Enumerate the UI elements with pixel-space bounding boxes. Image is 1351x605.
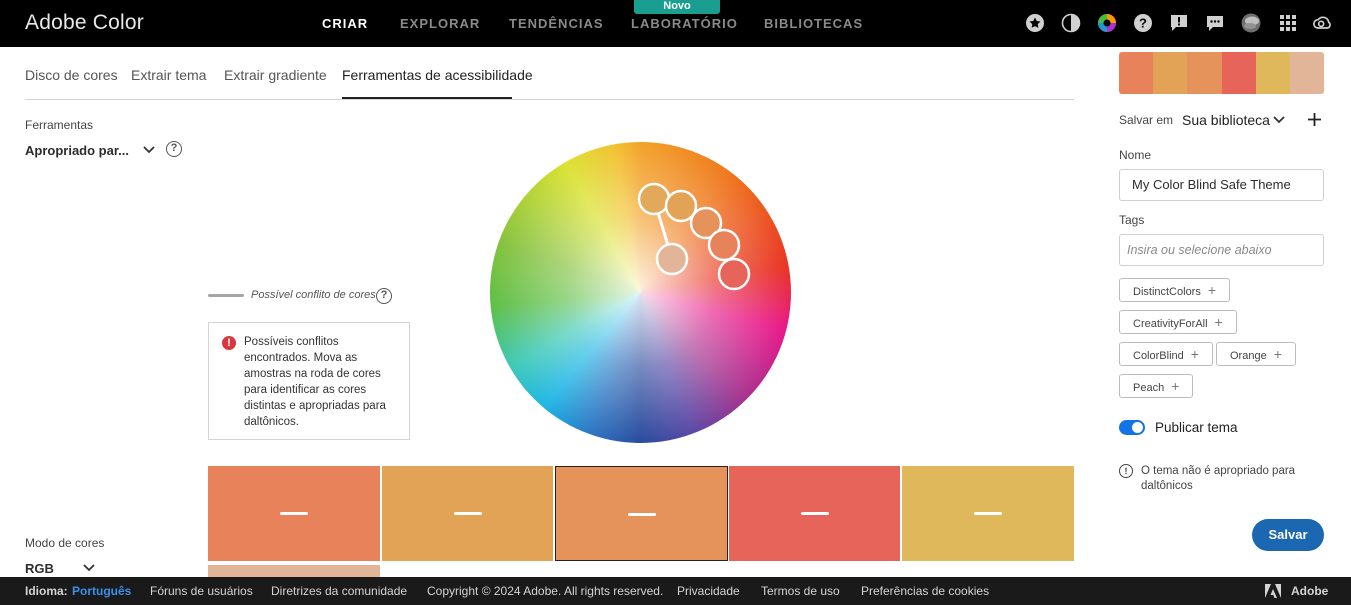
- wheel-handles: [637, 182, 751, 291]
- tools-dropdown[interactable]: Apropriado par...: [25, 143, 129, 158]
- add-tag-icon: +: [1207, 282, 1217, 298]
- creative-cloud-icon[interactable]: [1311, 12, 1333, 34]
- swatch-6[interactable]: [208, 565, 380, 577]
- publish-toggle[interactable]: [1119, 420, 1145, 435]
- preview-color-2: [1153, 52, 1188, 94]
- handle-4[interactable]: [707, 228, 741, 262]
- preview-color-4: [1221, 52, 1256, 94]
- name-label: Nome: [1119, 148, 1152, 162]
- nav-laboratorio[interactable]: LABORATÓRIO: [631, 16, 738, 31]
- handle-5[interactable]: [717, 257, 751, 291]
- swatch-5[interactable]: [902, 466, 1074, 561]
- tag-distinctcolors[interactable]: DistinctColors +: [1119, 278, 1231, 302]
- swatch-2[interactable]: [382, 466, 553, 561]
- footer-link-terms[interactable]: Termos de uso: [761, 584, 840, 598]
- tag-peach[interactable]: Peach +: [1119, 374, 1194, 398]
- tag-colorblind[interactable]: ColorBlind +: [1119, 342, 1213, 366]
- avatar[interactable]: [1240, 12, 1262, 34]
- apps-grid-icon[interactable]: [1277, 12, 1299, 34]
- nav-bibliotecas[interactable]: BIBLIOTECAS: [764, 16, 863, 31]
- swatch-3[interactable]: [555, 466, 728, 561]
- chevron-down-icon[interactable]: [83, 563, 95, 573]
- swatch-4[interactable]: [729, 466, 900, 561]
- conflict-message: ! Possíveis conflitos encontrados. Mova …: [208, 322, 410, 440]
- handle-6[interactable]: [655, 242, 689, 276]
- conflict-legend-text: Possível conflito de cores: [251, 289, 376, 301]
- theme-preview-strip: [1119, 52, 1324, 94]
- add-library-icon[interactable]: [1307, 112, 1322, 127]
- swatch-handle: [800, 512, 829, 515]
- footer-link-forums[interactable]: Fóruns de usuários: [150, 584, 253, 598]
- footer-link-cookies[interactable]: Preferências de cookies: [861, 584, 989, 598]
- conflict-message-text: Possíveis conflitos encontrados. Mova as…: [244, 336, 386, 428]
- new-badge: Novo: [634, 0, 720, 14]
- tag-label: Orange: [1230, 350, 1267, 362]
- tags-label: Tags: [1119, 213, 1145, 227]
- add-tag-icon: +: [1214, 314, 1223, 330]
- star-icon[interactable]: [1024, 12, 1046, 34]
- nav-criar[interactable]: CRIAR: [322, 16, 368, 31]
- add-tag-icon: +: [1273, 346, 1282, 362]
- chat-icon[interactable]: [1204, 12, 1226, 34]
- create-tabs: Disco de cores Extrair tema Extrair grad…: [25, 47, 1074, 100]
- color-mode-label: Modo de cores: [25, 536, 105, 550]
- add-tag-icon: +: [1190, 346, 1199, 362]
- svg-text:?: ?: [1139, 16, 1147, 31]
- color-wheel-icon[interactable]: [1096, 12, 1118, 34]
- adobe-logo-icon: [1265, 584, 1281, 598]
- publish-label: Publicar tema: [1155, 420, 1238, 435]
- color-mode-dropdown[interactable]: RGB: [25, 561, 54, 576]
- chevron-down-icon[interactable]: [143, 145, 155, 155]
- active-tab-indicator: [342, 97, 512, 99]
- adobe-wordmark: Adobe: [1291, 584, 1329, 598]
- language-selector[interactable]: Português: [72, 584, 131, 598]
- conflict-legend-line: [208, 294, 244, 297]
- tools-help-icon[interactable]: ?: [166, 141, 182, 157]
- accessibility-status-text: O tema não é apropriado para daltônicos: [1141, 465, 1296, 492]
- swatch-1[interactable]: [208, 466, 380, 561]
- preview-color-5: [1255, 52, 1290, 94]
- contrast-icon[interactable]: [1060, 12, 1082, 34]
- footer-copyright: Copyright © 2024 Adobe. All rights reser…: [427, 584, 664, 598]
- handle-1[interactable]: [637, 182, 671, 216]
- tag-label: Peach: [1133, 382, 1165, 394]
- help-icon[interactable]: ?: [1132, 12, 1154, 34]
- tag-creativityforall[interactable]: CreativityForAll +: [1119, 310, 1237, 334]
- tab-ferramentas-acessibilidade[interactable]: Ferramentas de acessibilidade: [342, 67, 533, 83]
- theme-name-input[interactable]: My Color Blind Safe Theme: [1119, 169, 1324, 201]
- top-bar: Adobe Color CRIAR EXPLORAR TENDÊNCIAS LA…: [0, 0, 1351, 47]
- tag-orange[interactable]: Orange +: [1216, 342, 1296, 366]
- add-tag-icon: +: [1171, 378, 1180, 394]
- library-dropdown[interactable]: Sua biblioteca: [1182, 112, 1270, 128]
- save-in-label: Salvar em: [1119, 113, 1174, 127]
- legend-help-icon[interactable]: ?: [376, 288, 392, 304]
- tag-label: DistinctColors: [1133, 286, 1201, 298]
- tab-extrair-gradiente[interactable]: Extrair gradiente: [224, 67, 327, 83]
- preview-color-3: [1187, 52, 1222, 94]
- swatch-handle: [974, 512, 1002, 515]
- tag-label: ColorBlind: [1133, 350, 1184, 362]
- info-icon: !: [1119, 464, 1133, 478]
- chevron-down-icon[interactable]: [1273, 115, 1285, 125]
- alert-icon: !: [222, 336, 236, 350]
- feedback-icon[interactable]: [1168, 12, 1190, 34]
- swatch-handle: [627, 513, 656, 516]
- swatch-handle: [280, 512, 308, 515]
- save-button[interactable]: Salvar: [1252, 519, 1324, 551]
- swatch-handle: [453, 512, 482, 515]
- tags-input[interactable]: Insira ou selecione abaixo: [1119, 234, 1324, 266]
- preview-color-1: [1119, 52, 1154, 94]
- tab-disco-de-cores[interactable]: Disco de cores: [25, 67, 118, 83]
- nav-tendencias[interactable]: TENDÊNCIAS: [509, 16, 604, 31]
- footer-link-privacy[interactable]: Privacidade: [677, 584, 740, 598]
- preview-color-6: [1289, 52, 1324, 94]
- tag-label: CreativityForAll: [1133, 318, 1208, 330]
- nav-explorar[interactable]: EXPLORAR: [400, 16, 480, 31]
- language-label: Idioma:: [25, 584, 68, 598]
- app-title[interactable]: Adobe Color: [25, 11, 144, 35]
- tools-label: Ferramentas: [25, 118, 94, 132]
- tab-extrair-tema[interactable]: Extrair tema: [131, 67, 206, 83]
- footer-link-guidelines[interactable]: Diretrizes da comunidade: [271, 584, 407, 598]
- footer: Idioma: Português Fóruns de usuários Dir…: [0, 577, 1351, 605]
